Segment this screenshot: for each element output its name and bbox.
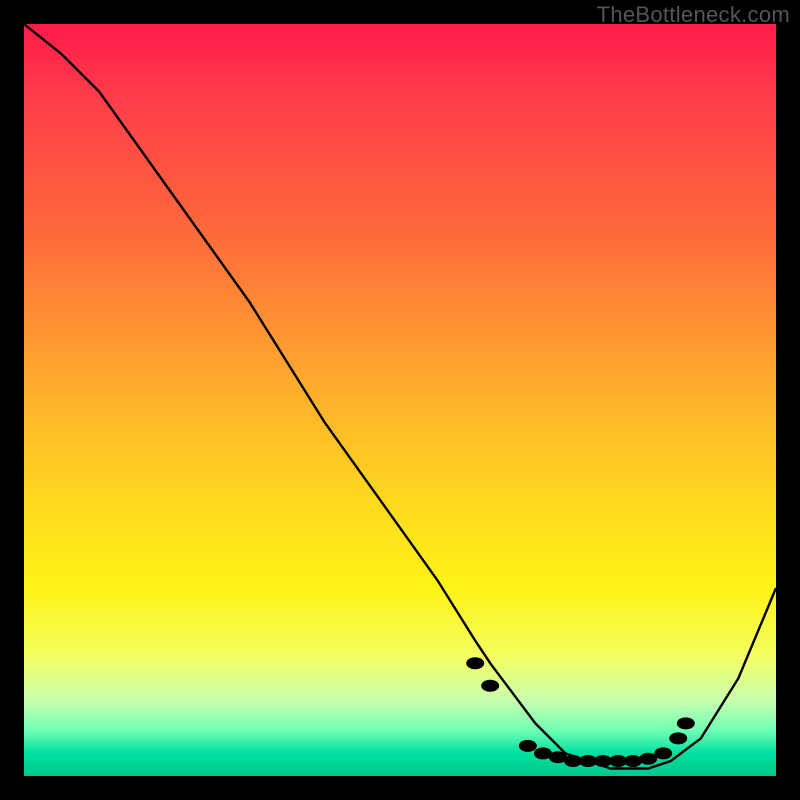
marker-point — [466, 657, 484, 669]
marker-layer — [24, 24, 776, 776]
marker-point — [481, 680, 499, 692]
marker-point — [677, 717, 695, 729]
marker-point — [669, 732, 687, 744]
marker-group — [466, 657, 695, 767]
chart-frame: TheBottleneck.com — [0, 0, 800, 800]
marker-point — [519, 740, 537, 752]
marker-point — [624, 755, 642, 767]
marker-point — [654, 747, 672, 759]
plot-area — [24, 24, 776, 776]
